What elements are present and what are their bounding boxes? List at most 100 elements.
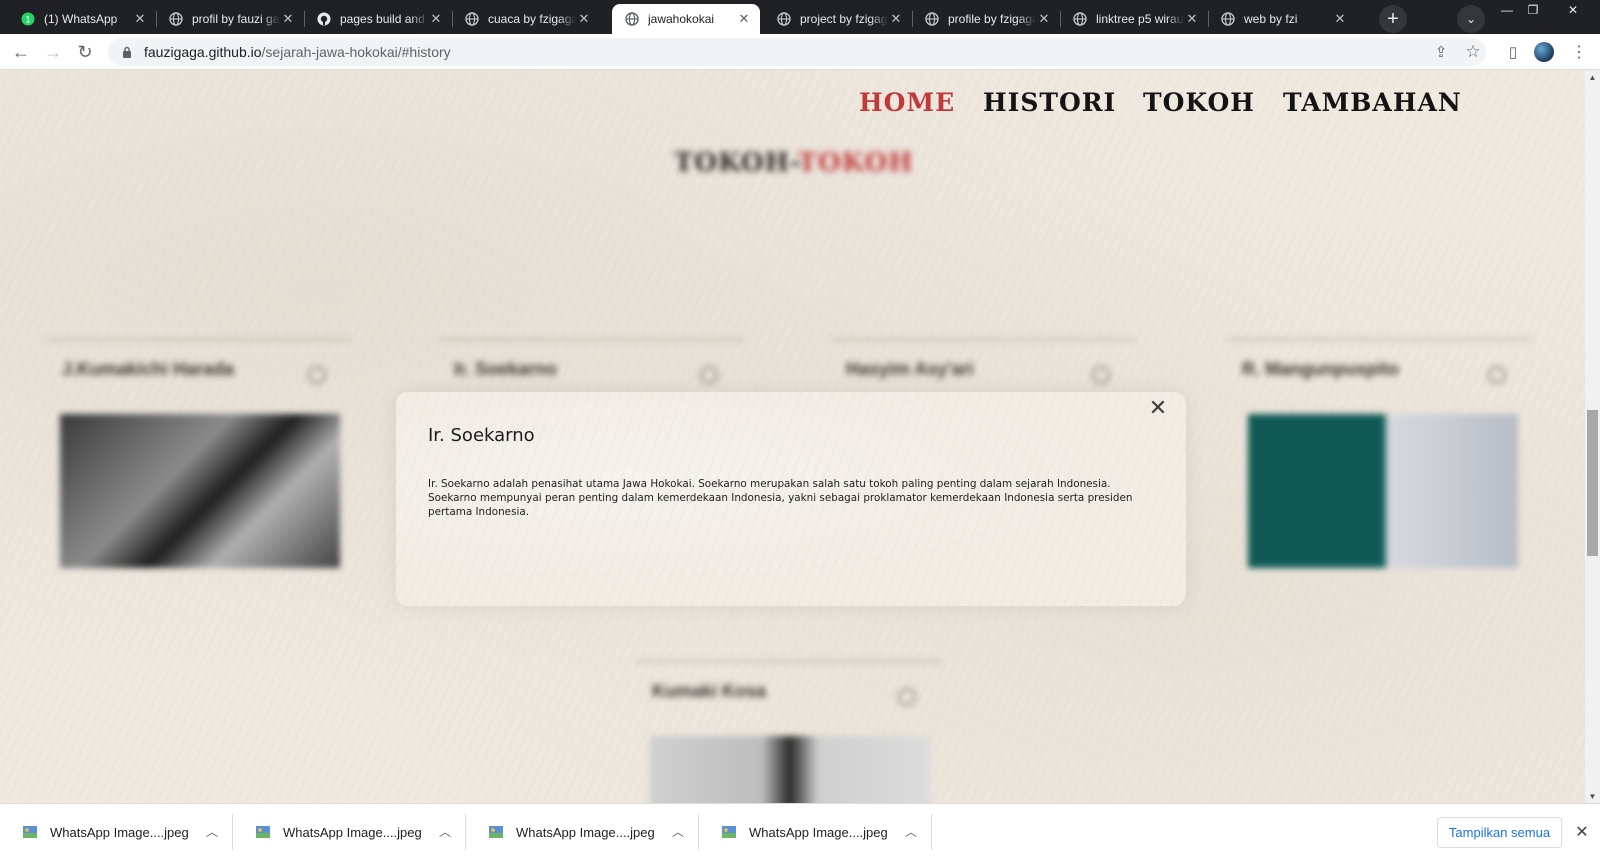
download-item[interactable]: WhatsApp Image....jpeg ︿ <box>233 810 466 854</box>
card-divider <box>438 338 744 341</box>
tab-profile[interactable]: profile by fzigaga ✕ <box>912 4 1060 34</box>
globe-icon <box>625 12 639 26</box>
url-path: /sejarah-jawa-hokokai/#history <box>261 44 451 60</box>
tab-title: pages build and deployment <box>340 12 428 26</box>
scroll-down-icon[interactable]: ▼ <box>1585 789 1600 803</box>
tab-whatsapp[interactable]: 1 (1) WhatsApp ✕ <box>8 4 156 34</box>
profile-avatar[interactable] <box>1534 42 1554 62</box>
tab-pages-build[interactable]: pages build and deployment ✕ <box>304 4 452 34</box>
globe-icon <box>1221 12 1235 26</box>
close-tab-icon[interactable]: ✕ <box>1332 11 1348 27</box>
svg-text:1: 1 <box>25 15 30 25</box>
tab-project[interactable]: project by fzigaga ✕ <box>764 4 912 34</box>
tab-title: profile by fzigaga <box>948 12 1036 26</box>
nav-tambahan[interactable]: TAMBAHAN <box>1283 88 1462 117</box>
close-tab-icon[interactable]: ✕ <box>576 11 592 27</box>
globe-icon <box>1073 12 1087 26</box>
address-bar[interactable]: fauzigaga.github.io/sejarah-jawa-hokokai… <box>108 38 1486 66</box>
close-tab-icon[interactable]: ✕ <box>1184 11 1200 27</box>
close-icon[interactable]: ✕ <box>1146 396 1170 420</box>
nav-histori[interactable]: HISTORI <box>983 88 1116 117</box>
card-hasyim[interactable]: Hasyim Asy'ari <box>830 338 1136 384</box>
chevron-up-icon[interactable]: ︿ <box>671 824 685 839</box>
forward-icon[interactable]: → <box>40 39 66 65</box>
tab-title: web by fzi <box>1244 12 1298 26</box>
card-harada[interactable]: J.Kumakichi Harada <box>46 338 352 568</box>
card-name: Hasyim Asy'ari <box>846 359 974 379</box>
bookmark-star-icon[interactable]: ☆ <box>1460 39 1486 65</box>
new-tab-button[interactable]: + <box>1379 5 1407 33</box>
back-icon[interactable]: ← <box>8 39 34 65</box>
close-tab-icon[interactable]: ✕ <box>132 11 148 27</box>
info-icon[interactable] <box>700 366 718 384</box>
download-filename: WhatsApp Image....jpeg <box>283 824 422 840</box>
minimize-icon[interactable]: — <box>1494 2 1520 18</box>
card-name: J.Kumakichi Harada <box>62 359 235 379</box>
tab-title: profil by fauzi gaga <box>192 12 280 26</box>
info-icon[interactable] <box>1092 366 1110 384</box>
reload-icon[interactable]: ↻ <box>72 39 98 65</box>
close-tab-icon[interactable]: ✕ <box>280 11 296 27</box>
tab-title: jawahokokai <box>648 12 715 26</box>
card-name: Ir. Soekarno <box>454 359 558 379</box>
show-all-downloads-button[interactable]: Tampilkan semua <box>1437 817 1562 848</box>
card-kumaki[interactable]: Kumaki Kosa <box>636 660 942 803</box>
close-tab-icon[interactable]: ✕ <box>428 11 444 27</box>
card-divider <box>636 660 942 663</box>
page-viewport: HOME HISTORI TOKOH TAMBAHAN TOKOH-TOKOH … <box>0 70 1585 803</box>
tab-profil[interactable]: profil by fauzi gaga ✕ <box>156 4 304 34</box>
close-tab-icon[interactable]: ✕ <box>888 11 904 27</box>
tab-search-button[interactable]: ⌄ <box>1457 5 1485 33</box>
tab-strip: 1 (1) WhatsApp ✕ profil by fauzi gaga ✕ … <box>0 0 1600 34</box>
browser-toolbar: ← → ↻ fauzigaga.github.io/sejarah-jawa-h… <box>0 34 1600 70</box>
nav-tokoh[interactable]: TOKOH <box>1143 88 1255 117</box>
card-divider <box>1226 338 1532 341</box>
scrollbar-thumb[interactable] <box>1587 410 1598 556</box>
nav-home[interactable]: HOME <box>859 88 955 117</box>
chevron-up-icon[interactable]: ︿ <box>205 824 219 839</box>
image-file-icon <box>488 825 504 839</box>
card-divider <box>46 338 352 341</box>
tab-title: project by fzigaga <box>800 12 888 26</box>
download-item[interactable]: WhatsApp Image....jpeg ︿ <box>699 810 932 854</box>
site-nav: HOME HISTORI TOKOH TAMBAHAN <box>0 88 1585 120</box>
tab-title: cuaca by fzigaga <box>488 12 576 26</box>
portrait-photo <box>650 736 930 803</box>
window-close-icon[interactable]: ✕ <box>1560 2 1586 18</box>
chevron-up-icon[interactable]: ︿ <box>904 824 918 839</box>
tab-cuaca[interactable]: cuaca by fzigaga ✕ <box>452 4 600 34</box>
profile-modal: Ir. Soekarno ✕ Ir. Soekarno adalah penas… <box>396 392 1186 606</box>
page-scrollbar[interactable]: ▲ ▼ <box>1585 70 1600 803</box>
info-icon[interactable] <box>308 366 326 384</box>
download-item[interactable]: WhatsApp Image....jpeg ︿ <box>0 810 233 854</box>
globe-icon <box>777 12 791 26</box>
chevron-up-icon[interactable]: ︿ <box>438 824 452 839</box>
tab-linktree[interactable]: linktree p5 wirausaha ✕ <box>1060 4 1208 34</box>
lock-icon[interactable] <box>120 46 134 58</box>
info-icon[interactable] <box>1488 366 1506 384</box>
github-icon <box>317 12 331 26</box>
close-shelf-icon[interactable]: ✕ <box>1571 821 1593 843</box>
scroll-up-icon[interactable]: ▲ <box>1585 70 1600 84</box>
image-file-icon <box>721 825 737 839</box>
download-filename: WhatsApp Image....jpeg <box>749 824 888 840</box>
side-panel-icon[interactable]: ▯ <box>1500 39 1526 65</box>
tab-jawahokokai[interactable]: jawahokokai ✕ <box>612 4 760 34</box>
info-icon[interactable] <box>898 688 916 706</box>
close-tab-icon[interactable]: ✕ <box>736 11 752 27</box>
card-name: Kumaki Kosa <box>652 681 767 701</box>
close-tab-icon[interactable]: ✕ <box>1036 11 1052 27</box>
modal-description: Ir. Soekarno adalah penasihat utama Jawa… <box>428 478 1133 518</box>
download-filename: WhatsApp Image....jpeg <box>50 824 189 840</box>
whatsapp-icon: 1 <box>21 12 35 26</box>
restore-icon[interactable]: ❐ <box>1520 2 1546 18</box>
section-title: TOKOH-TOKOH <box>674 148 914 178</box>
share-icon[interactable]: ⇪ <box>1428 39 1454 65</box>
tab-web[interactable]: web by fzi ✕ <box>1208 4 1356 34</box>
card-mangunpuspito[interactable]: R. Mangunpuspito <box>1226 338 1532 568</box>
image-file-icon <box>22 825 38 839</box>
card-soekarno[interactable]: Ir. Soekarno <box>438 338 744 384</box>
download-item[interactable]: WhatsApp Image....jpeg ︿ <box>466 810 699 854</box>
menu-icon[interactable]: ⋮ <box>1566 39 1592 65</box>
download-shelf: WhatsApp Image....jpeg ︿ WhatsApp Image.… <box>0 803 1600 860</box>
